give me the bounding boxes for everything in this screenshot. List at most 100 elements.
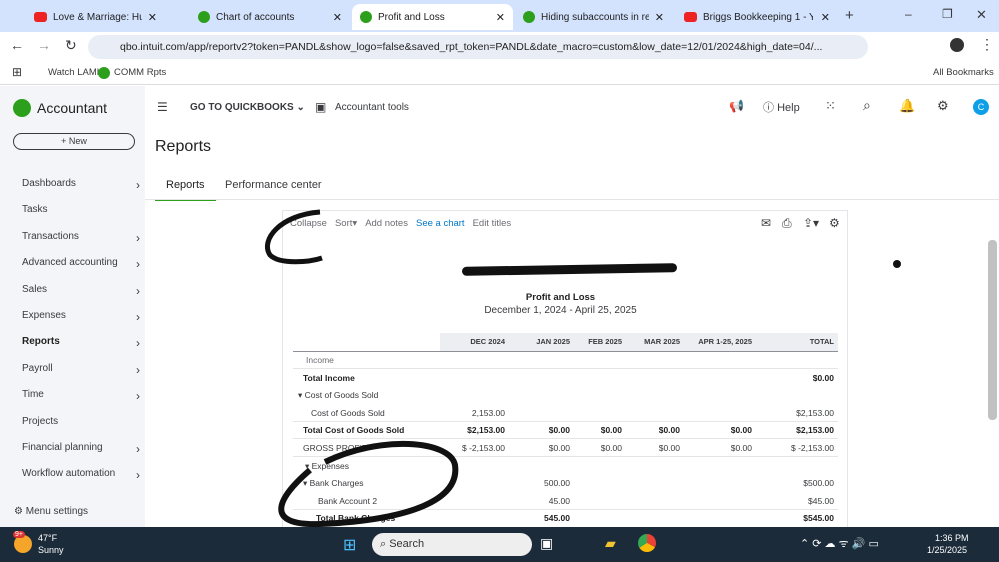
sidebar-item[interactable]: Tasks [22,204,140,215]
chevron-right-icon: › [136,178,140,192]
browser-tab[interactable]: Hiding subaccounts in repo ✕ [515,4,672,30]
apps-grid-icon[interactable]: ⁙ [825,98,836,114]
search-icon[interactable]: ⌕ [863,97,871,114]
apps-icon[interactable]: ⊞ [12,65,22,79]
avatar[interactable]: C [973,99,989,115]
scrollbar[interactable] [988,240,997,420]
sidebar-item[interactable]: Financial planning › [22,442,140,456]
sidebar-item[interactable]: Sales › [22,284,140,298]
sidebar: Accountant + New Dashboards › Tasks Transac… [0,86,145,527]
all-bookmarks[interactable]: All Bookmarks [933,67,994,78]
cell-value[interactable]: $0.00 [683,425,752,435]
forward-icon[interactable]: → [37,37,51,53]
tray-icons[interactable]: ⌃ ⟳ ☁ ᯤ 🔊 ▭ [800,536,879,551]
export-icon[interactable]: ⇪▾ [803,216,819,230]
close-tab-icon[interactable]: ✕ [821,11,830,24]
close-tab-icon[interactable]: ✕ [333,11,342,24]
tab-label: Briggs Bookkeeping 1 - You [703,11,813,23]
sidebar-item-label: Projects [22,415,59,427]
profile-avatar[interactable] [950,38,964,52]
new-tab-button[interactable]: + [845,7,854,24]
cell-value[interactable]: 500.00 [508,478,570,488]
column-header: APR 1-25, 2025 [683,333,755,351]
cell-value[interactable]: $45.00 [755,496,834,506]
new-button[interactable]: + New [13,133,135,150]
email-icon[interactable]: ✉ [761,216,771,230]
cell-value[interactable]: $0.00 [573,425,622,435]
sidebar-item[interactable]: Transactions › [22,231,140,245]
sidebar-item[interactable]: Projects [22,416,140,427]
url-input[interactable]: qbo.intuit.com/app/reportv2?token=PANDL&… [88,35,868,59]
sidebar-item[interactable]: Expenses › [22,310,140,324]
windows-start-icon[interactable]: ⊞ [343,535,356,555]
print-icon[interactable]: ⎙ [782,216,792,231]
minimize-button[interactable]: – [905,7,912,21]
clock-time: 1:36 PM [935,533,969,543]
menu-settings[interactable]: ⚙ Menu settings [14,506,88,517]
cell-value[interactable]: $0.00 [683,443,752,453]
sidebar-item-label: Advanced accounting [22,257,118,269]
taskbar: 9+ 47°F Sunny ⊞ ⌕ Search ▣ ▰ ⌃ ⟳ ☁ ᯤ 🔊 ▭… [0,527,999,562]
cell-value[interactable]: $0.00 [508,443,570,453]
collapse-nav-icon[interactable]: ☰ [157,100,168,114]
restore-button[interactable]: ❐ [942,7,953,21]
chevron-right-icon: › [136,362,140,377]
chrome-icon[interactable] [638,534,656,552]
browser-tab[interactable]: Profit and Loss ✕ [352,4,513,30]
qb-logo-icon [13,99,31,117]
sidebar-item[interactable]: Reports › [22,336,140,350]
column-header: TOTAL [755,333,838,351]
cell-value[interactable]: $0.00 [508,425,570,435]
qb-icon [198,11,210,23]
cell-value[interactable]: 545.00 [508,513,570,523]
sidebar-item[interactable]: Time › [22,389,140,403]
help-button[interactable]: ⓘ Help [763,99,800,115]
tab-reports[interactable]: Reports [155,179,216,201]
browser-tab[interactable]: Briggs Bookkeeping 1 - You ✕ [676,4,838,30]
bookmark-comm-rpts[interactable]: COMM Rpts [114,67,166,78]
browser-tab[interactable]: Love & Marriage: Hunts ✕ [26,4,165,30]
cell-value[interactable]: $0.00 [625,425,680,435]
chevron-right-icon: › [136,310,140,324]
sidebar-item[interactable]: Dashboards › [22,178,140,192]
bookmark-watch-lamh[interactable]: Watch LAMH [48,67,104,78]
go-to-quickbooks[interactable]: GO TO QUICKBOOKS ⌄ [190,102,305,113]
sidebar-item[interactable]: Workflow automation › [22,468,140,482]
tab-performance-center[interactable]: Performance center [225,179,322,191]
close-tab-icon[interactable]: ✕ [496,11,505,24]
menu-icon[interactable]: ⋮ [980,36,994,53]
chevron-right-icon: › [136,389,140,404]
bell-icon[interactable]: 🔔 [899,98,915,114]
close-tab-icon[interactable]: ✕ [655,11,664,24]
sidebar-item-label: Dashboards [22,178,76,189]
sidebar-item-label: Transactions [22,230,79,242]
sidebar-item-label: Tasks [22,204,48,216]
cell-value[interactable]: $0.00 [573,443,622,453]
close-window-button[interactable]: ✕ [976,7,987,23]
reload-icon[interactable]: ↻ [65,37,77,54]
browser-tab[interactable]: Chart of accounts ✕ [190,4,350,30]
gear-icon[interactable]: ⚙ [937,98,949,114]
close-tab-icon[interactable]: ✕ [148,11,157,24]
accountant-tools[interactable]: Accountant tools [335,102,409,113]
sidebar-item[interactable]: Advanced accounting › [22,257,140,271]
sidebar-item-label: Financial planning [22,442,103,453]
cell-value[interactable]: $545.00 [755,513,834,523]
cell-value[interactable]: $500.00 [755,478,834,488]
browser-tab-bar: Love & Marriage: Hunts✕ Chart of accounts… [0,0,999,32]
file-explorer-icon[interactable]: ▰ [605,535,616,552]
go-to-label: GO TO QUICKBOOKS [190,102,294,113]
cell-value[interactable]: $0.00 [755,373,834,383]
back-icon[interactable]: ← [10,37,24,53]
cell-value[interactable]: $ -2,153.00 [755,443,834,453]
cell-value[interactable]: 45.00 [508,496,570,506]
cell-value[interactable]: $2,153.00 [755,425,834,435]
cell-value[interactable]: $0.00 [625,443,680,453]
task-view-icon[interactable]: ▣ [540,535,553,552]
cell-value[interactable]: $2,153.00 [755,408,834,418]
column-header: JAN 2025 [508,333,573,351]
taskbar-search[interactable]: ⌕ Search [372,533,532,556]
sidebar-item[interactable]: Payroll › [22,363,140,377]
settings-icon[interactable]: ⚙ [829,216,840,230]
megaphone-icon[interactable]: 📢 [729,99,744,113]
